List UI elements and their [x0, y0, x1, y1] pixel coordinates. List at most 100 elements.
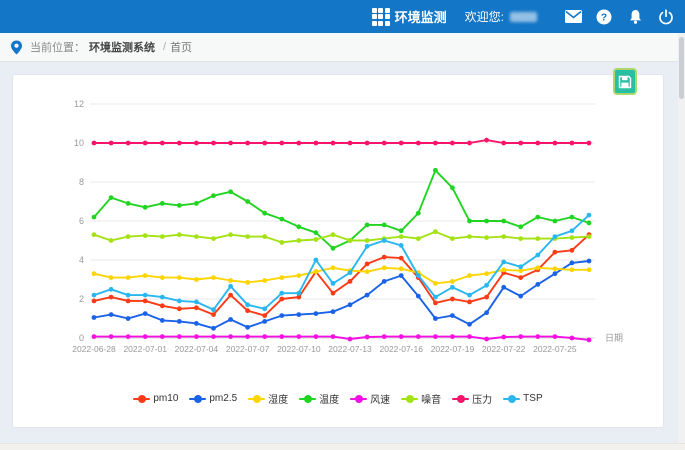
vertical-scrollbar[interactable] — [678, 33, 685, 443]
point-湿度-2022-07-20 — [467, 273, 472, 278]
legend-item-温度[interactable]: 温度 — [299, 391, 339, 406]
bell-icon[interactable] — [626, 8, 644, 26]
point-pm10-2022-07-13 — [348, 279, 353, 284]
username-blurred — [510, 12, 537, 22]
point-噪音-2022-07-23 — [518, 236, 523, 241]
x-tick-2022-07-01: 2022-07-01 — [123, 344, 167, 354]
point-pm10-2022-07-02 — [160, 303, 165, 308]
scrollbar-thumb[interactable] — [679, 37, 684, 99]
point-pm10-2022-07-05 — [211, 312, 216, 317]
point-pm2.5-2022-06-30 — [126, 316, 131, 321]
point-温度-2022-06-29 — [109, 195, 114, 200]
point-压力-2022-06-30 — [126, 141, 131, 146]
point-TSP-2022-07-16 — [399, 243, 404, 248]
point-压力-2022-06-29 — [109, 141, 114, 146]
x-tick-2022-07-22: 2022-07-22 — [482, 344, 526, 354]
point-风速-2022-07-17 — [416, 334, 421, 339]
point-湿度-2022-07-07 — [245, 280, 250, 285]
point-温度-2022-07-22 — [501, 219, 506, 224]
point-风速-2022-07-15 — [382, 334, 387, 339]
point-湿度-2022-06-30 — [126, 275, 131, 280]
point-压力-2022-07-21 — [484, 138, 489, 143]
point-湿度-2022-07-19 — [450, 279, 455, 284]
point-风速-2022-07-07 — [245, 334, 250, 339]
point-温度-2022-06-28 — [92, 215, 97, 220]
x-tick-2022-07-04: 2022-07-04 — [175, 344, 219, 354]
point-噪音-2022-07-07 — [245, 234, 250, 239]
legend-item-湿度[interactable]: 湿度 — [248, 391, 288, 406]
point-风速-2022-07-21 — [484, 337, 489, 342]
point-TSP-2022-07-21 — [484, 283, 489, 288]
legend-item-噪音[interactable]: 噪音 — [401, 391, 441, 406]
point-pm10-2022-07-15 — [382, 255, 387, 260]
point-湿度-2022-06-29 — [109, 275, 114, 280]
point-压力-2022-07-18 — [433, 141, 438, 146]
point-风速-2022-07-24 — [535, 334, 540, 339]
breadcrumb-page-link[interactable]: 首页 — [170, 39, 192, 55]
help-icon[interactable]: ? — [595, 8, 613, 26]
point-TSP-2022-07-07 — [245, 302, 250, 307]
point-湿度-2022-07-27 — [587, 267, 592, 272]
legend-marker-pm2.5 — [189, 394, 206, 403]
legend-label-风速: 风速 — [370, 391, 390, 406]
point-湿度-2022-07-11 — [314, 269, 319, 274]
point-pm2.5-2022-07-02 — [160, 318, 165, 323]
point-pm2.5-2022-07-27 — [587, 259, 592, 264]
point-TSP-2022-07-24 — [535, 253, 540, 258]
point-pm10-2022-07-09 — [279, 297, 284, 302]
legend-marker-风速 — [350, 394, 367, 403]
app-brand[interactable]: 环境监测 — [372, 7, 447, 26]
legend-marker-噪音 — [401, 394, 418, 403]
mail-icon[interactable] — [564, 8, 582, 26]
point-温度-2022-07-11 — [314, 230, 319, 235]
point-pm2.5-2022-07-16 — [399, 273, 404, 278]
point-pm2.5-2022-07-01 — [143, 311, 148, 316]
point-TSP-2022-07-06 — [228, 284, 233, 289]
breadcrumb-location-label: 当前位置： — [30, 39, 85, 55]
point-压力-2022-07-03 — [177, 141, 182, 146]
point-风速-2022-07-19 — [450, 334, 455, 339]
point-压力-2022-07-12 — [331, 141, 336, 146]
point-风速-2022-07-10 — [296, 334, 301, 339]
app-title: 环境监测 — [395, 7, 447, 26]
x-axis-title: 日期 — [605, 333, 623, 343]
x-tick-2022-07-13: 2022-07-13 — [328, 344, 372, 354]
chart-card: 0246810122022-06-282022-07-012022-07-042… — [12, 74, 664, 428]
svg-text:?: ? — [601, 11, 607, 23]
point-TSP-2022-07-05 — [211, 307, 216, 312]
point-湿度-2022-07-02 — [160, 275, 165, 280]
point-pm10-2022-07-06 — [228, 293, 233, 298]
point-湿度-2022-07-06 — [228, 278, 233, 283]
breadcrumb-system-link[interactable]: 环境监测系统 — [89, 39, 155, 55]
point-TSP-2022-07-10 — [296, 291, 301, 296]
y-tick-0: 0 — [79, 333, 84, 343]
point-温度-2022-07-25 — [553, 219, 558, 224]
point-TSP-2022-07-11 — [314, 258, 319, 263]
point-TSP-2022-07-22 — [501, 260, 506, 265]
y-tick-6: 6 — [79, 216, 84, 226]
point-风速-2022-07-12 — [331, 334, 336, 339]
legend-item-风速[interactable]: 风速 — [350, 391, 390, 406]
point-湿度-2022-07-15 — [382, 265, 387, 270]
point-压力-2022-06-28 — [92, 141, 97, 146]
legend-item-压力[interactable]: 压力 — [452, 391, 492, 406]
legend-item-pm2.5[interactable]: pm2.5 — [189, 391, 237, 406]
point-pm2.5-2022-06-28 — [92, 315, 97, 320]
legend-item-TSP[interactable]: TSP — [503, 391, 542, 406]
point-风速-2022-07-25 — [553, 334, 558, 339]
point-pm2.5-2022-07-23 — [518, 294, 523, 299]
point-pm2.5-2022-07-20 — [467, 322, 472, 327]
point-湿度-2022-07-03 — [177, 275, 182, 280]
point-pm10-2022-07-04 — [194, 305, 199, 310]
point-pm2.5-2022-07-09 — [279, 313, 284, 318]
power-icon[interactable] — [657, 8, 675, 26]
point-压力-2022-07-19 — [450, 141, 455, 146]
legend-item-pm10[interactable]: pm10 — [133, 391, 178, 406]
point-pm2.5-2022-07-10 — [296, 312, 301, 317]
point-TSP-2022-07-27 — [587, 213, 592, 218]
point-pm10-2022-07-14 — [365, 262, 370, 267]
point-压力-2022-07-26 — [570, 141, 575, 146]
point-温度-2022-06-30 — [126, 201, 131, 206]
point-pm2.5-2022-07-08 — [262, 319, 267, 324]
point-湿度-2022-07-04 — [194, 277, 199, 282]
